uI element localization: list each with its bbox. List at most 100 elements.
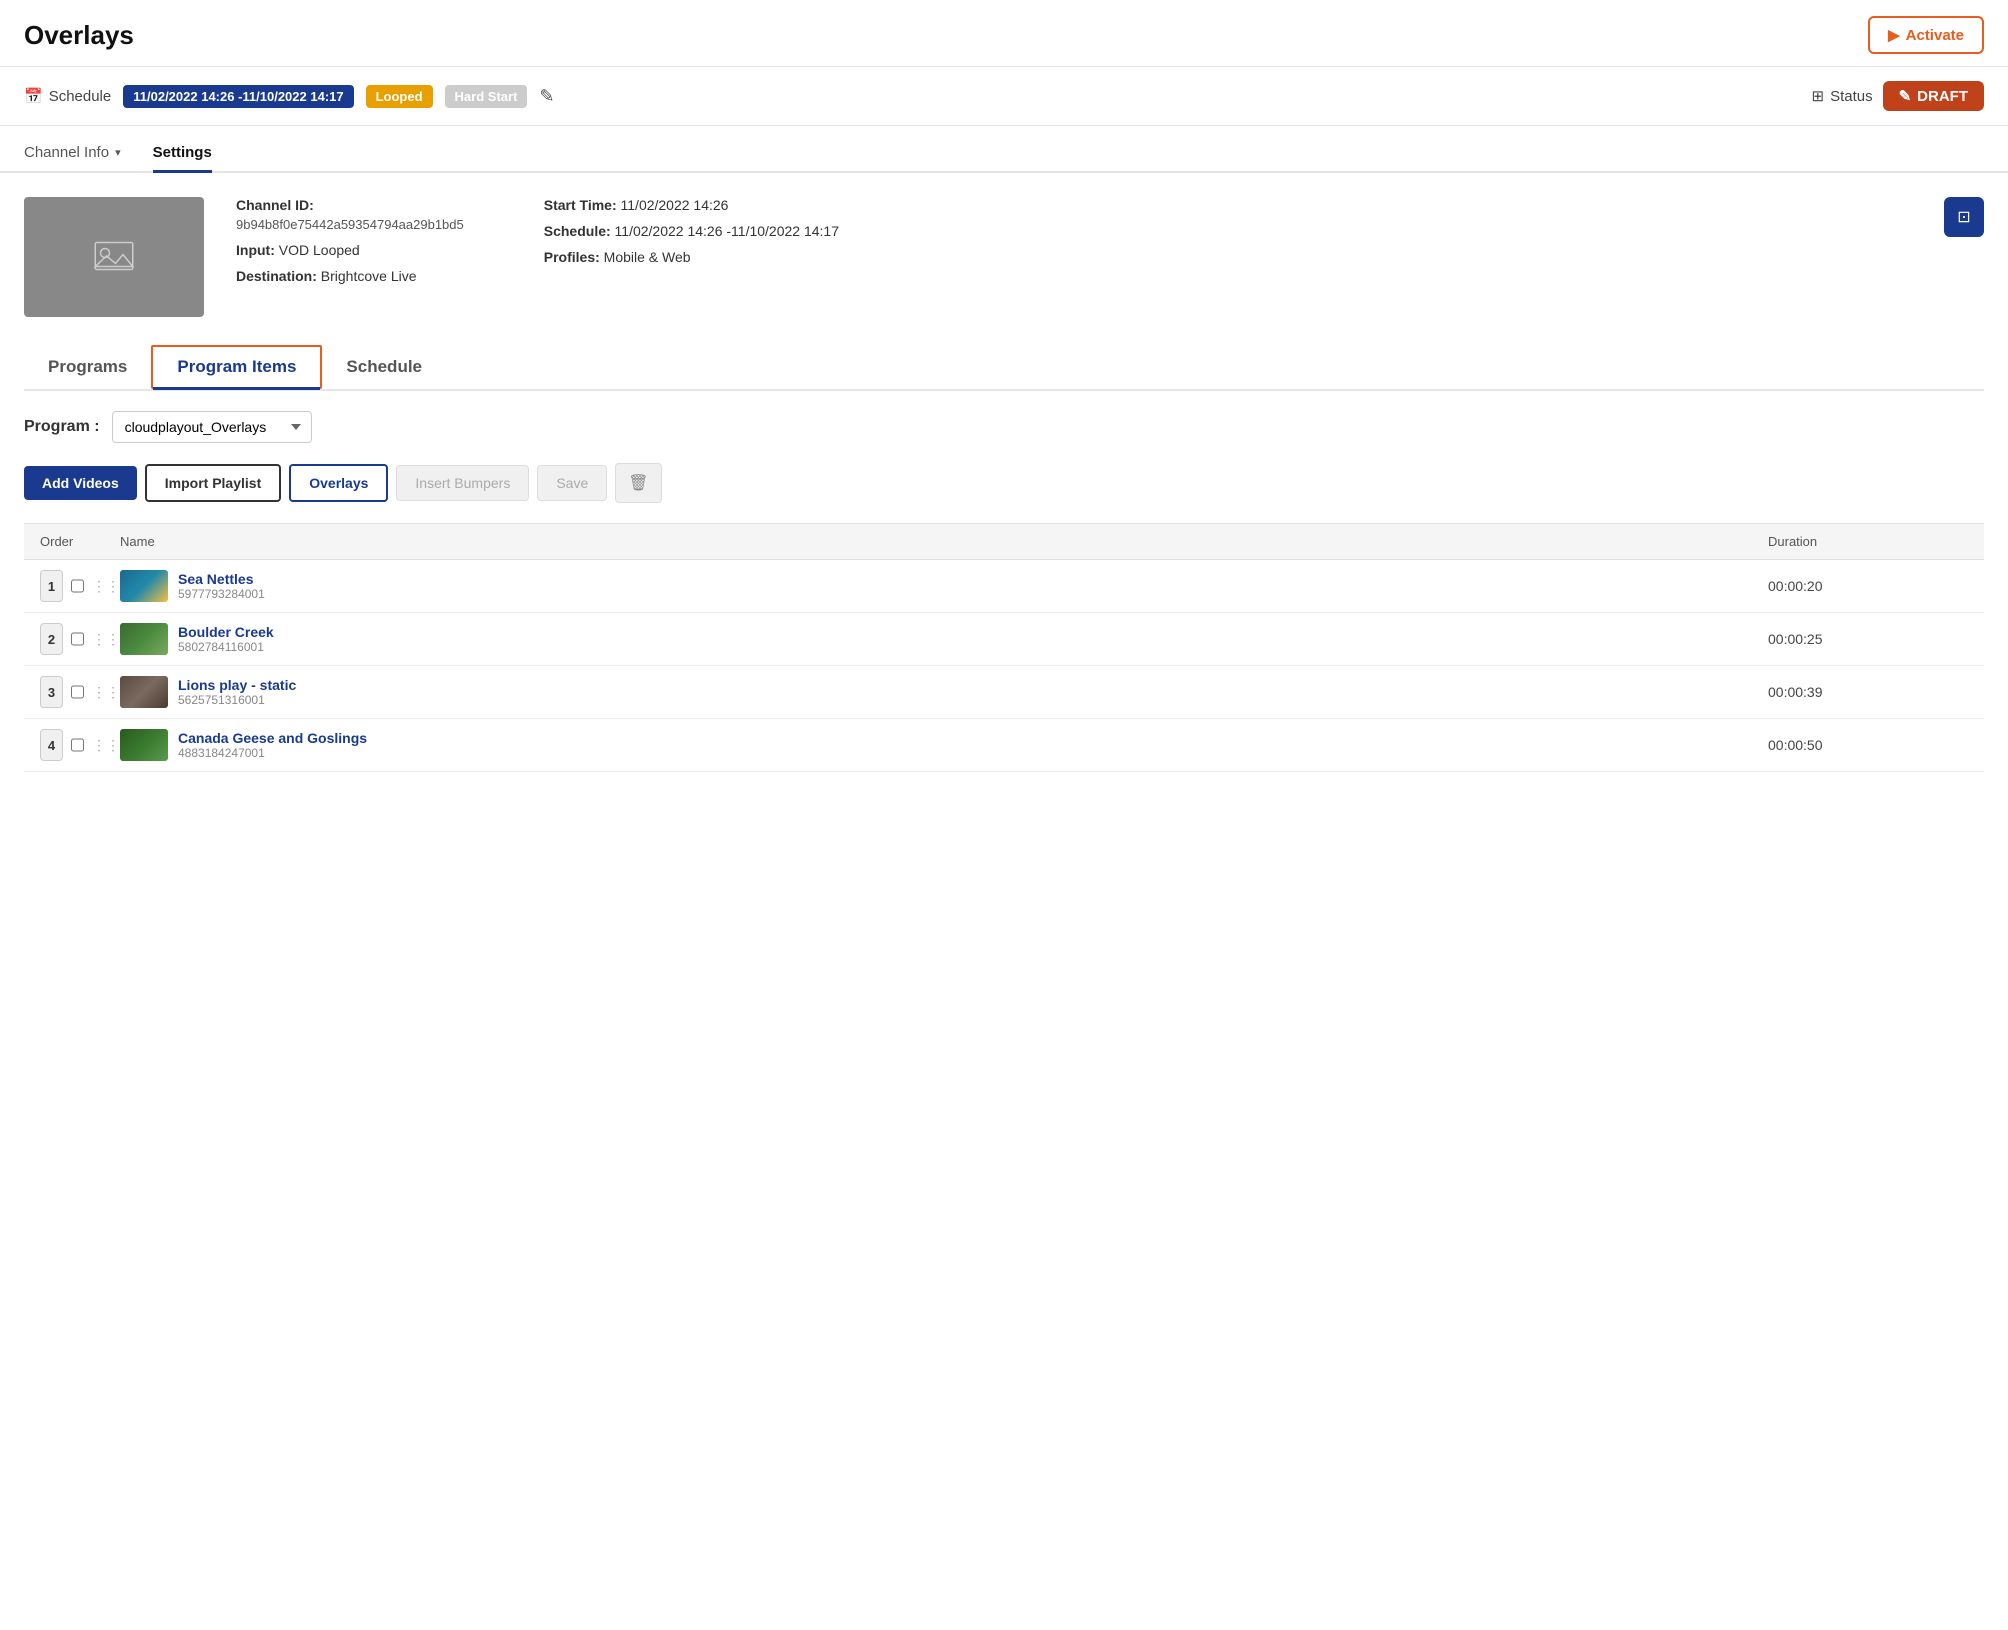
draft-edit-icon: ✎ xyxy=(1899,87,1912,105)
program-selector: Program : cloudplayout_Overlays xyxy=(24,411,1984,443)
row-checkbox-4[interactable] xyxy=(71,737,84,753)
table-row: 3 ⋮⋮ Lions play - static 5625751316001 0… xyxy=(24,666,1984,719)
activate-icon: ▶ xyxy=(1888,26,1900,44)
table-body: 1 ⋮⋮ Sea Nettles 5977793284001 00:00:20 … xyxy=(24,560,1984,772)
top-header: Overlays ▶ Activate xyxy=(0,0,2008,67)
row-checkbox-3[interactable] xyxy=(71,684,84,700)
video-thumb-2 xyxy=(120,623,168,655)
order-num-1: 1 xyxy=(40,570,63,602)
order-num-4: 4 xyxy=(40,729,63,761)
status-label: ⊞ Status xyxy=(1811,87,1872,105)
hard-start-badge[interactable]: Hard Start xyxy=(445,85,528,108)
program-tabs: Programs Program Items Schedule xyxy=(24,345,1984,391)
video-title-1[interactable]: Sea Nettles xyxy=(178,571,265,587)
table-row: 1 ⋮⋮ Sea Nettles 5977793284001 00:00:20 xyxy=(24,560,1984,613)
tabs-bar: Channel Info ▾ Settings xyxy=(0,134,2008,173)
insert-bumpers-button: Insert Bumpers xyxy=(396,465,529,501)
channel-info-section: Channel ID: 9b94b8f0e75442a59354794aa29b… xyxy=(24,197,1984,317)
settings-label: Settings xyxy=(153,144,212,161)
row-name-3: Lions play - static 5625751316001 xyxy=(120,676,1768,708)
delete-button[interactable]: 🗑 xyxy=(615,463,661,503)
edit-schedule-button[interactable]: ✎ xyxy=(539,86,554,107)
video-thumb-3 xyxy=(120,676,168,708)
video-title-2[interactable]: Boulder Creek xyxy=(178,624,274,640)
row-duration-1: 00:00:20 xyxy=(1768,578,1968,594)
draft-badge: ✎ DRAFT xyxy=(1883,81,1984,111)
destination-row: Destination: Brightcove Live xyxy=(236,268,464,284)
video-id-3: 5625751316001 xyxy=(178,693,296,707)
video-title-4[interactable]: Canada Geese and Goslings xyxy=(178,730,367,746)
drag-handle-2[interactable]: ⋮⋮ xyxy=(92,631,120,648)
import-playlist-button[interactable]: Import Playlist xyxy=(145,464,281,502)
detail-col-right: Start Time: 11/02/2022 14:26 Schedule: 1… xyxy=(544,197,839,284)
add-videos-button[interactable]: Add Videos xyxy=(24,466,137,500)
row-checkbox-2[interactable] xyxy=(71,631,84,647)
status-area: ⊞ Status ✎ DRAFT xyxy=(1811,81,1984,111)
content-area: Channel ID: 9b94b8f0e75442a59354794aa29b… xyxy=(0,173,2008,796)
program-selector-label: Program : xyxy=(24,418,100,436)
row-duration-3: 00:00:39 xyxy=(1768,684,1968,700)
row-order-4: 4 ⋮⋮ xyxy=(40,729,120,761)
thumbnail-placeholder xyxy=(84,226,144,289)
row-duration-2: 00:00:25 xyxy=(1768,631,1968,647)
calendar-icon: 📅 xyxy=(24,87,43,105)
tab-settings[interactable]: Settings xyxy=(153,134,212,171)
app-title: Overlays xyxy=(24,20,134,51)
program-dropdown[interactable]: cloudplayout_Overlays xyxy=(112,411,312,443)
table-row: 2 ⋮⋮ Boulder Creek 5802784116001 00:00:2… xyxy=(24,613,1984,666)
detail-col-left: Channel ID: 9b94b8f0e75442a59354794aa29b… xyxy=(236,197,464,284)
tab-program-items[interactable]: Program Items xyxy=(151,345,322,389)
video-thumb-1 xyxy=(120,570,168,602)
row-duration-4: 00:00:50 xyxy=(1768,737,1968,753)
video-title-3[interactable]: Lions play - static xyxy=(178,677,296,693)
video-id-4: 4883184247001 xyxy=(178,746,367,760)
channel-id-value: 9b94b8f0e75442a59354794aa29b1bd5 xyxy=(236,217,464,232)
video-thumb-4 xyxy=(120,729,168,761)
channel-details: Channel ID: 9b94b8f0e75442a59354794aa29b… xyxy=(236,197,1984,284)
schedule-tab-label: Schedule xyxy=(346,357,422,376)
video-id-1: 5977793284001 xyxy=(178,587,265,601)
order-num-3: 3 xyxy=(40,676,63,708)
tab-programs[interactable]: Programs xyxy=(24,347,151,387)
col-order: Order xyxy=(40,534,120,549)
action-bar: Add Videos Import Playlist Overlays Inse… xyxy=(24,463,1984,503)
channel-thumbnail xyxy=(24,197,204,317)
table-header: Order Name Duration xyxy=(24,523,1984,560)
save-button[interactable]: Save xyxy=(537,465,607,501)
col-duration: Duration xyxy=(1768,534,1968,549)
schedule-bar: 📅 Schedule 11/02/2022 14:26 -11/10/2022 … xyxy=(0,67,2008,126)
tab-schedule[interactable]: Schedule xyxy=(322,347,446,387)
table-row: 4 ⋮⋮ Canada Geese and Goslings 488318424… xyxy=(24,719,1984,772)
trash-icon: 🗑 xyxy=(628,475,648,492)
schedule-date-badge[interactable]: 11/02/2022 14:26 -11/10/2022 14:17 xyxy=(123,85,353,108)
order-num-2: 2 xyxy=(40,623,63,655)
drag-handle-3[interactable]: ⋮⋮ xyxy=(92,684,120,701)
row-name-1: Sea Nettles 5977793284001 xyxy=(120,570,1768,602)
overlays-button[interactable]: Overlays xyxy=(289,464,388,502)
schedule-label: 📅 Schedule xyxy=(24,87,111,105)
looped-badge[interactable]: Looped xyxy=(366,85,433,108)
edit-external-icon: ⊡ xyxy=(1957,207,1970,227)
program-items-tab-label: Program Items xyxy=(177,357,296,376)
row-order-2: 2 ⋮⋮ xyxy=(40,623,120,655)
channel-info-label: Channel Info xyxy=(24,144,109,161)
chevron-down-icon: ▾ xyxy=(115,146,121,159)
activate-button[interactable]: ▶ Activate xyxy=(1868,16,1984,54)
row-order-3: 3 ⋮⋮ xyxy=(40,676,120,708)
layers-icon: ⊞ xyxy=(1811,87,1824,105)
profiles-row: Profiles: Mobile & Web xyxy=(544,249,839,265)
drag-handle-1[interactable]: ⋮⋮ xyxy=(92,578,120,595)
drag-handle-4[interactable]: ⋮⋮ xyxy=(92,737,120,754)
start-time-row: Start Time: 11/02/2022 14:26 xyxy=(544,197,839,213)
input-row: Input: VOD Looped xyxy=(236,242,464,258)
row-order-1: 1 ⋮⋮ xyxy=(40,570,120,602)
video-id-2: 5802784116001 xyxy=(178,640,274,654)
schedule-row: Schedule: 11/02/2022 14:26 -11/10/2022 1… xyxy=(544,223,839,239)
edit-channel-button[interactable]: ⊡ xyxy=(1944,197,1984,237)
tab-channel-info[interactable]: Channel Info ▾ xyxy=(24,134,121,171)
row-name-2: Boulder Creek 5802784116001 xyxy=(120,623,1768,655)
col-name: Name xyxy=(120,534,1768,549)
channel-id-row: Channel ID: xyxy=(236,197,464,213)
programs-tab-label: Programs xyxy=(48,357,127,376)
row-checkbox-1[interactable] xyxy=(71,578,84,594)
